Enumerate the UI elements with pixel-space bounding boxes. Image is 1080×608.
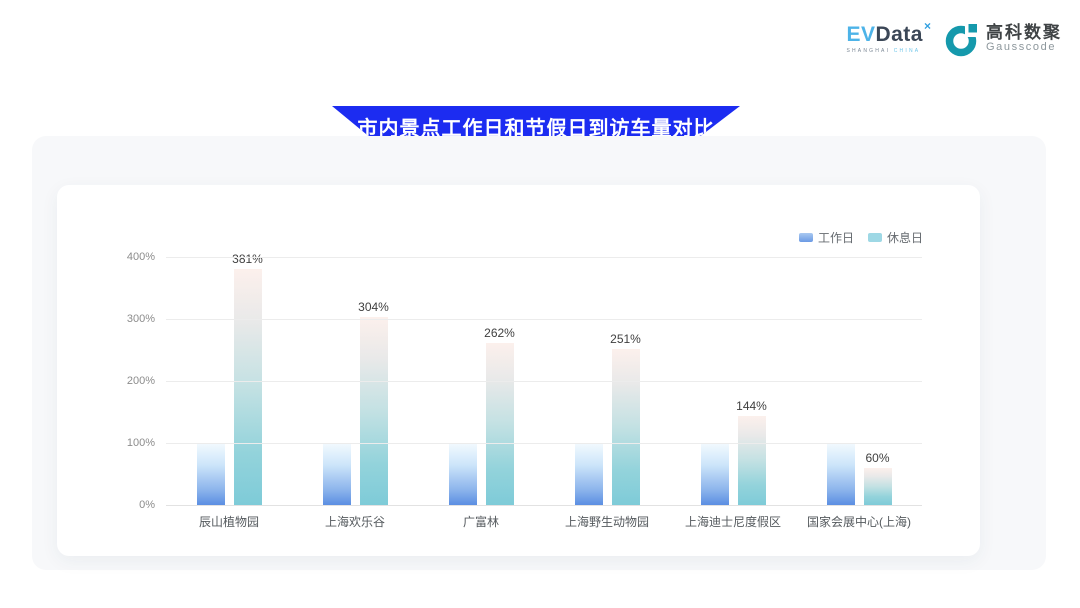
bar-休息日-上海野生动物园: 251% [612,349,640,505]
x-axis-label: 上海欢乐谷 [292,513,418,530]
gridline [166,381,922,382]
bar-工作日-国家会展中心(上海) [827,443,855,505]
gridline [166,443,922,444]
gridline [166,257,922,258]
y-tick-label: 300% [127,313,155,325]
bar-休息日-辰山植物园: 381% [234,269,262,505]
y-tick-label: 0% [139,499,155,511]
y-tick-label: 200% [127,375,155,387]
chart-panel: 工作日 休息日 400% 300% 200% 100% 0% 381% 304% 262% 2… [32,136,1046,570]
y-axis: 400%300%200%100%0% [113,257,161,505]
gridline [166,505,922,506]
evdata-logo-x-icon: × [924,20,931,32]
bar-工作日-广富林 [449,443,477,505]
legend-item-restday[interactable]: 休息日 [868,229,923,246]
bar-value-label: 60% [865,451,889,465]
chart-legend: 工作日 休息日 [799,229,923,246]
bar-工作日-辰山植物园 [197,443,225,505]
bar-休息日-国家会展中心(上海): 60% [864,468,892,505]
bar-value-label: 262% [484,326,515,340]
x-axis-label: 国家会展中心(上海) [796,513,922,530]
legend-swatch-workday-icon [799,233,813,242]
x-axis-label: 上海迪士尼度假区 [670,513,796,530]
x-axis-label: 辰山植物园 [166,513,292,530]
bar-工作日-上海迪士尼度假区 [701,443,729,505]
legend-item-workday[interactable]: 工作日 [799,229,854,246]
y-tick-label: 400% [127,251,155,263]
evdata-logo-ev: EV [846,24,875,45]
chart-card: 工作日 休息日 400% 300% 200% 100% 0% 381% 304% 262% 2… [57,185,980,556]
gausscode-name-cn: 高科数聚 [986,24,1062,42]
x-axis-labels: 辰山植物园上海欢乐谷广富林上海野生动物园上海迪士尼度假区国家会展中心(上海) [166,513,922,530]
page: EV Data × SHANGHAI CHINA 高科数聚 Gausscode … [0,0,1080,608]
header-logos: EV Data × SHANGHAI CHINA 高科数聚 Gausscode [846,20,1062,58]
evdata-logo-subtext: SHANGHAI CHINA [846,48,931,54]
x-axis-label: 广富林 [418,513,544,530]
y-tick-label: 100% [127,437,155,449]
bar-休息日-上海欢乐谷: 304% [360,317,388,505]
bar-value-label: 304% [358,300,389,314]
gausscode-g-icon [945,20,981,58]
plot-area: 381% 304% 262% 251% 144% 60% [166,257,922,505]
evdata-logo: EV Data × SHANGHAI CHINA [846,24,931,54]
legend-label-restday: 休息日 [887,229,923,246]
gausscode-logo: 高科数聚 Gausscode [945,20,1062,58]
gausscode-name-en: Gausscode [986,42,1062,54]
gridline [166,319,922,320]
bar-休息日-广富林: 262% [486,343,514,505]
legend-swatch-restday-icon [868,233,882,242]
evdata-logo-data: Data [875,24,923,45]
bar-工作日-上海欢乐谷 [323,443,351,505]
bar-休息日-上海迪士尼度假区: 144% [738,416,766,505]
bar-value-label: 381% [232,252,263,266]
legend-label-workday: 工作日 [818,229,854,246]
bar-工作日-上海野生动物园 [575,443,603,505]
bar-value-label: 144% [736,399,767,413]
x-axis-label: 上海野生动物园 [544,513,670,530]
bar-value-label: 251% [610,332,641,346]
